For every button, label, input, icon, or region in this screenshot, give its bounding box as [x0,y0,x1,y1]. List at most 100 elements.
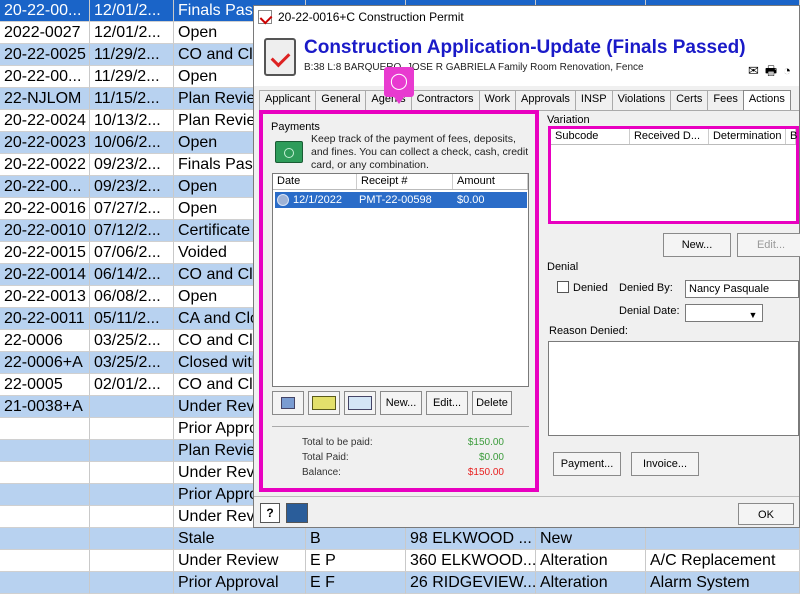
mail-icon[interactable]: ✉ [748,64,759,78]
table-cell: 03/25/2... [90,352,174,374]
mouse-icon: ◯ [384,67,414,104]
table-cell: 22-0006 [0,330,90,352]
table-cell [646,528,800,550]
table-cell: 10/13/2... [90,110,174,132]
dialog-titlebar[interactable]: 20-22-0016+C Construction Permit [254,6,799,28]
table-cell: 11/29/2... [90,66,174,88]
table-cell: 02/01/2... [90,374,174,396]
table-cell: 20-22-0024 [0,110,90,132]
table-row[interactable]: Stale B 98 ELKWOOD ... New [0,528,800,550]
col-received-date[interactable]: Received D... [630,129,709,144]
table-cell: 07/12/2... [90,220,174,242]
table-cell: 20-22-0016 [0,198,90,220]
calculator-icon[interactable] [286,503,308,523]
tab-fees[interactable]: Fees [707,90,744,110]
payment-status-icon [277,194,289,206]
total-to-be-paid-label: Total to be paid: [302,437,373,448]
edit-variation-button[interactable]: Edit... [737,233,800,257]
table-cell [0,528,90,550]
tab-insp[interactable]: INSP [574,90,613,110]
col-amount[interactable]: Amount [453,174,528,189]
denied-checkbox[interactable] [557,281,569,293]
table-cell: 06/14/2... [90,264,174,286]
table-cell: E P [306,550,406,572]
new-variation-button[interactable]: New... [663,233,731,257]
table-cell: Stale [174,528,306,550]
table-cell: 98 ELKWOOD ... [406,528,536,550]
table-cell: Alarm System [646,572,800,594]
table-cell [90,550,174,572]
payment-date: 12/1/2022 [293,194,342,206]
table-cell: Alteration [536,572,646,594]
invoice-button[interactable]: Invoice... [631,452,699,476]
table-cell: 20-22-0013 [0,286,90,308]
table-cell: B [306,528,406,550]
table-cell: 20-22-0014 [0,264,90,286]
new-payment-button[interactable]: New... [380,391,422,415]
payments-group-label: Payments [271,121,320,133]
reason-denied-field[interactable] [548,341,799,436]
col-determination[interactable]: Determination [709,129,786,144]
help-icon[interactable]: ? [260,503,280,523]
payment-totals: Total to be paid: $150.00 Total Paid: $0… [272,426,529,486]
tab-approvals[interactable]: Approvals [514,90,576,110]
payment-button[interactable]: Payment... [553,452,621,476]
header-icons: ✉ 🖶 ◔ [748,64,791,78]
tab-strip: Applicant General Agents Contractors Work App… [259,90,791,110]
table-cell: New [536,528,646,550]
tab-general[interactable]: General [315,90,367,110]
table-row[interactable]: Under Review E P 360 ELKWOOD... Alteration A… [0,550,800,572]
table-cell [90,528,174,550]
tab-work[interactable]: Work [478,90,516,110]
denied-checkbox-row[interactable]: Denied [557,281,608,294]
col-b[interactable]: B [786,129,797,144]
payments-list-header: Date Receipt # Amount [273,174,528,190]
delete-payment-button[interactable]: Delete [472,391,512,415]
edit-payment-button[interactable]: Edit... [426,391,468,415]
payments-description: Keep track of the payment of fees, depos… [311,133,529,171]
table-row[interactable]: Prior Approval E F 26 RIDGEVIEW... Alterati… [0,572,800,594]
printer-icon[interactable]: 🖶 [765,64,777,78]
payment-row[interactable]: 12/1/2022 PMT-22-00598 $0.00 [275,192,527,208]
table-cell: 20-22-00... [0,66,90,88]
col-date[interactable]: Date [273,174,357,189]
variation-list[interactable]: Subcode Received D... Determination B [548,126,799,224]
table-cell: 360 ELKWOOD... [406,550,536,572]
variation-list-header: Subcode Received D... Determination B [551,129,797,145]
table-cell: 20-22-0022 [0,154,90,176]
balance-label: Balance: [302,467,341,478]
check-payment-button[interactable] [344,391,376,415]
check-icon [348,396,372,411]
tab-actions[interactable]: Actions [742,90,791,110]
total-to-be-paid-value: $150.00 [467,437,504,448]
col-receipt[interactable]: Receipt # [357,174,453,189]
card-payment-button[interactable] [308,391,340,415]
table-cell: E F [306,572,406,594]
clock-icon[interactable]: ◔ [783,64,791,78]
denial-group: Denial Denied Denied By: Nancy Pasquale … [545,261,799,441]
tab-contractors[interactable]: Contractors [410,90,480,110]
table-cell: 09/23/2... [90,176,174,198]
edit-payment-icon-button[interactable] [272,391,304,415]
denial-date-label: Denial Date: [619,305,680,317]
dialog-bottom-bar: ? OK [254,496,799,528]
denial-date-field[interactable]: ▼ [685,304,763,322]
total-paid-value: $0.00 [478,452,504,463]
table-cell: Prior Approval [174,572,306,594]
ok-button[interactable]: OK [738,503,794,525]
table-cell [90,572,174,594]
reason-denied-label: Reason Denied: [549,325,628,337]
denied-by-field[interactable]: Nancy Pasquale [685,280,799,298]
tab-violations[interactable]: Violations [611,90,672,110]
chevron-down-icon[interactable]: ▼ [746,307,760,320]
payments-list[interactable]: Date Receipt # Amount 12/1/2022 PMT-22-0… [272,173,529,387]
table-cell [0,506,90,528]
tab-applicant[interactable]: Applicant [259,90,317,110]
tab-certs[interactable]: Certs [670,90,709,110]
table-cell: 12/01/2... [90,0,174,22]
table-cell [0,462,90,484]
construction-permit-dialog: 20-22-0016+C Construction Permit Constru… [253,5,800,528]
permit-app-icon [258,10,272,24]
table-cell: 06/08/2... [90,286,174,308]
col-subcode[interactable]: Subcode [551,129,630,144]
